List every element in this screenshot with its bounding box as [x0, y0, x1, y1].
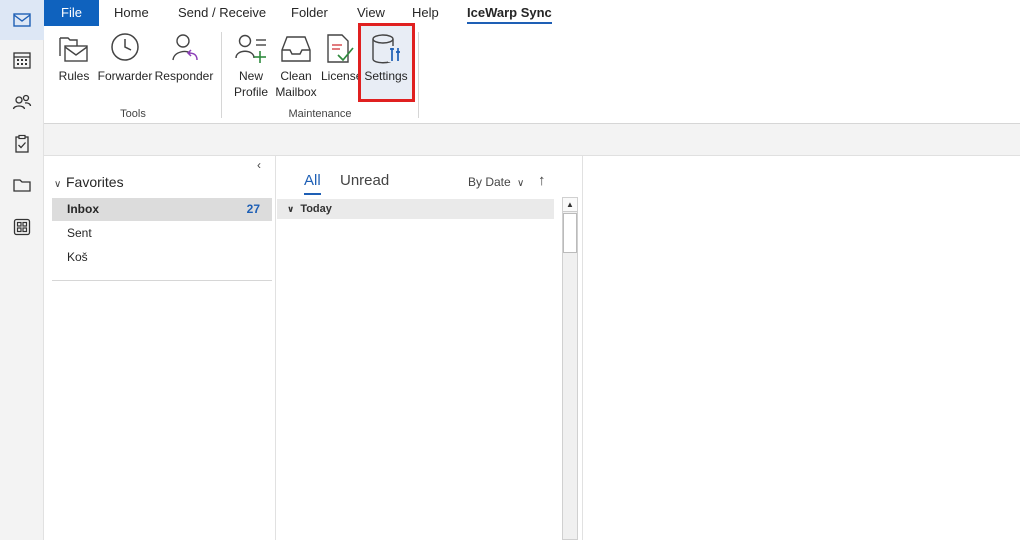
ribbon: Rules Forwarder Responder Tools New Prof… — [44, 23, 1020, 124]
collapse-folder-pane-button[interactable]: ‹ — [257, 158, 261, 172]
chevron-down-icon: ∨ — [517, 178, 525, 189]
divider — [52, 280, 272, 281]
people-icon — [12, 94, 32, 110]
responder-icon — [172, 34, 198, 61]
calendar-icon — [13, 52, 31, 69]
folder-label: Sent — [67, 226, 92, 240]
tab-send-receive[interactable]: Send / Receive — [178, 0, 266, 26]
tab-icewarp-sync[interactable]: IceWarp Sync — [467, 0, 552, 26]
mail-nav-button[interactable] — [0, 0, 44, 40]
responder-button[interactable]: Responder — [154, 30, 214, 84]
group-separator — [418, 32, 419, 118]
tools-group-label: Tools — [120, 108, 146, 120]
license-button[interactable]: License — [320, 30, 360, 84]
license-icon — [327, 34, 354, 63]
forwarder-label: Forwarder — [97, 69, 153, 83]
apps-icon — [13, 218, 31, 236]
scroll-up-arrow-icon[interactable]: ▲ — [563, 198, 577, 212]
chevron-down-icon: ∨ — [54, 179, 62, 190]
sort-by-label: By Date — [468, 175, 511, 189]
favorites-header[interactable]: ∨ Favorites — [54, 174, 124, 190]
clean-mailbox-button[interactable]: Clean Mailbox — [273, 30, 319, 100]
sort-direction-button[interactable]: ↑ — [538, 172, 546, 189]
folder-label: Inbox — [67, 202, 99, 216]
folder-label: Koš — [67, 250, 88, 264]
maintenance-group-label: Maintenance — [288, 108, 352, 120]
folder-item-sent[interactable]: Sent — [52, 222, 272, 245]
tab-home[interactable]: Home — [114, 0, 149, 26]
group-separator — [221, 32, 222, 118]
folder-item-trash[interactable]: Koš — [52, 246, 272, 269]
apps-nav-button[interactable] — [0, 207, 44, 247]
filter-unread-tab[interactable]: Unread — [340, 172, 389, 189]
group-label: Today — [300, 203, 332, 215]
new-profile-label-1: New — [238, 69, 263, 83]
unread-count-badge: 27 — [246, 202, 260, 216]
ribbon-tabs: File Home Send / Receive Folder View Hel… — [44, 0, 1020, 26]
folder-item-inbox[interactable]: Inbox 27 — [52, 198, 272, 221]
new-profile-icon — [235, 34, 266, 63]
ribbon-collapse-strip — [44, 124, 1020, 156]
license-label: License — [321, 69, 360, 83]
people-nav-button[interactable] — [0, 82, 44, 122]
inbox-tray-icon — [281, 36, 311, 62]
favorites-label: Favorites — [66, 174, 124, 190]
forwarder-button[interactable]: Forwarder — [96, 30, 154, 84]
rules-button[interactable]: Rules — [57, 30, 91, 84]
app-rail — [0, 0, 44, 540]
tasks-nav-button[interactable] — [0, 124, 44, 164]
rules-label: Rules — [58, 69, 90, 83]
tab-folder[interactable]: Folder — [291, 0, 328, 26]
reading-pane — [584, 156, 1020, 540]
clean-mailbox-label-1: Clean — [280, 69, 312, 83]
new-profile-button[interactable]: New Profile — [232, 30, 270, 100]
new-profile-label-2: Profile — [233, 85, 268, 99]
sort-by-dropdown[interactable]: By Date ∨ — [468, 175, 524, 189]
group-header-today[interactable]: ∨ Today — [277, 199, 554, 219]
clock-icon — [111, 33, 139, 61]
message-list: All Unread By Date ∨ ↑ ∨ Today ▲ — [277, 156, 583, 540]
scroll-thumb[interactable] — [563, 213, 577, 253]
calendar-nav-button[interactable] — [0, 40, 44, 80]
filter-all-tab[interactable]: All — [304, 172, 321, 195]
tasks-icon — [15, 134, 29, 153]
clean-mailbox-label-2: Mailbox — [275, 85, 317, 99]
message-list-scrollbar[interactable]: ▲ — [562, 197, 578, 540]
tab-help[interactable]: Help — [412, 0, 439, 26]
mail-icon — [13, 13, 31, 27]
responder-label: Responder — [154, 69, 214, 83]
folder-pane: ‹ ∨ Favorites Inbox 27 Sent Koš — [44, 156, 276, 540]
rules-icon — [59, 37, 88, 62]
chevron-down-icon: ∨ — [287, 204, 295, 214]
folder-icon — [13, 179, 31, 192]
settings-highlight-box — [358, 23, 415, 102]
tab-file[interactable]: File — [44, 0, 99, 26]
folders-nav-button[interactable] — [0, 165, 44, 205]
